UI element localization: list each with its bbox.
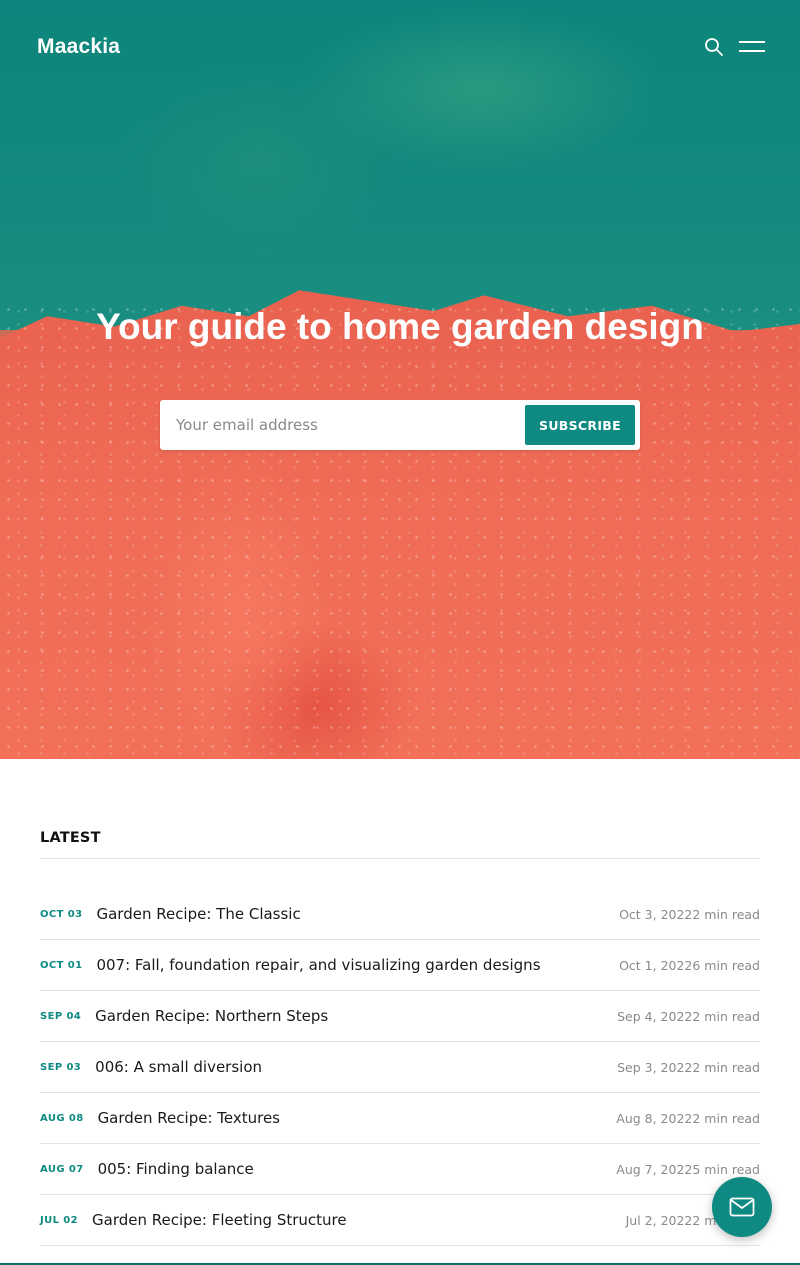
email-input[interactable] bbox=[160, 400, 520, 450]
post-title[interactable]: Garden Recipe: The Classic bbox=[96, 905, 619, 923]
post-meta: Oct 3, 20222 min read bbox=[619, 906, 760, 922]
post-date: OCT 03 bbox=[40, 908, 83, 920]
post-meta: Aug 8, 20222 min read bbox=[616, 1110, 760, 1126]
post-meta: Aug 7, 20225 min read bbox=[616, 1161, 760, 1177]
post-list: OCT 03 Garden Recipe: The Classic Oct 3,… bbox=[40, 889, 760, 1246]
hamburger-menu-icon bbox=[739, 41, 765, 43]
post-date: OCT 01 bbox=[40, 959, 83, 971]
hero-banner: Maackia Your guide to home garden design… bbox=[0, 0, 800, 759]
post-date: AUG 08 bbox=[40, 1112, 84, 1124]
search-button[interactable] bbox=[703, 36, 725, 58]
post-date: SEP 03 bbox=[40, 1061, 82, 1073]
post-item[interactable]: SEP 03 006: A small diversion Sep 3, 202… bbox=[40, 1042, 760, 1093]
post-date: JUL 02 bbox=[40, 1214, 79, 1226]
menu-button[interactable] bbox=[739, 40, 765, 54]
post-item[interactable]: OCT 01 007: Fall, foundation repair, and… bbox=[40, 940, 760, 991]
post-item[interactable]: OCT 03 Garden Recipe: The Classic Oct 3,… bbox=[40, 889, 760, 940]
latest-heading: LATEST bbox=[40, 830, 101, 846]
post-title[interactable]: 006: A small diversion bbox=[95, 1058, 617, 1076]
search-icon bbox=[705, 38, 723, 56]
post-item[interactable]: JUL 02 Garden Recipe: Fleeting Structure… bbox=[40, 1195, 760, 1246]
post-date: AUG 07 bbox=[40, 1163, 84, 1175]
post-date: SEP 04 bbox=[40, 1010, 82, 1022]
post-meta: Sep 4, 20222 min read bbox=[617, 1008, 760, 1024]
post-title[interactable]: Garden Recipe: Fleeting Structure bbox=[92, 1211, 626, 1229]
hamburger-menu-icon bbox=[739, 50, 765, 52]
subscribe-button[interactable]: SUBSCRIBE bbox=[525, 405, 635, 445]
contact-button[interactable] bbox=[712, 1177, 772, 1237]
site-logo[interactable]: Maackia bbox=[37, 35, 120, 59]
post-item[interactable]: AUG 07 005: Finding balance Aug 7, 20225… bbox=[40, 1144, 760, 1195]
subscribe-form: SUBSCRIBE bbox=[160, 400, 640, 450]
post-title[interactable]: Garden Recipe: Textures bbox=[98, 1109, 617, 1127]
post-title[interactable]: 007: Fall, foundation repair, and visual… bbox=[96, 956, 619, 974]
post-title[interactable]: Garden Recipe: Northern Steps bbox=[95, 1007, 617, 1025]
hero-title: Your guide to home garden design bbox=[96, 306, 704, 347]
post-title[interactable]: 005: Finding balance bbox=[98, 1160, 617, 1178]
hero-background-texture bbox=[0, 300, 800, 759]
post-meta: Sep 3, 20222 min read bbox=[617, 1059, 760, 1075]
post-meta: Oct 1, 20226 min read bbox=[619, 957, 760, 973]
divider bbox=[40, 858, 760, 859]
mail-icon bbox=[729, 1197, 755, 1217]
post-item[interactable]: SEP 04 Garden Recipe: Northern Steps Sep… bbox=[40, 991, 760, 1042]
post-item[interactable]: AUG 08 Garden Recipe: Textures Aug 8, 20… bbox=[40, 1093, 760, 1144]
